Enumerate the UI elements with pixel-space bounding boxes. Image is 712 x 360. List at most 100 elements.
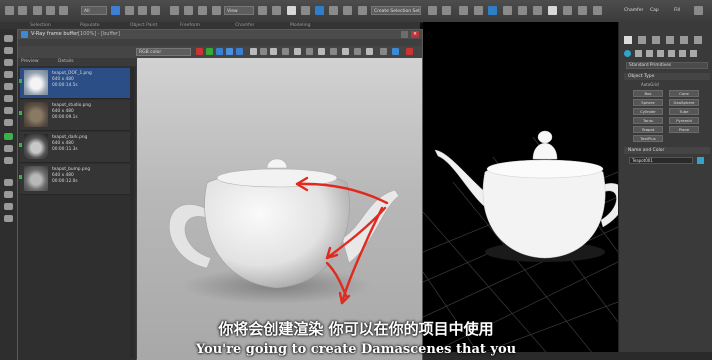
angle-snap-icon[interactable] xyxy=(315,6,324,15)
object-button[interactable]: Tube xyxy=(669,108,699,115)
color-corrections-icon[interactable] xyxy=(366,48,373,55)
object-button[interactable]: TextPlus xyxy=(633,135,663,142)
alpha-channel-icon[interactable] xyxy=(226,48,233,55)
unlink-icon[interactable] xyxy=(46,6,55,15)
motion-tab-icon[interactable] xyxy=(666,36,674,44)
undo-icon[interactable] xyxy=(5,6,14,15)
named-selection-dropdown[interactable]: Create Selection Set xyxy=(371,6,421,15)
rotate-icon[interactable] xyxy=(184,6,193,15)
reference-coord-dropdown[interactable]: View xyxy=(224,6,254,15)
history-item[interactable]: teapot_bump.png 640 x 480 00:00:12.0s xyxy=(19,164,134,195)
dock-helper-icon[interactable] xyxy=(4,107,13,114)
interactive-render-icon[interactable] xyxy=(330,48,337,55)
dock-light-icon[interactable] xyxy=(4,83,13,90)
history-item[interactable]: teapot_dark.png 640 x 480 00:00:11.3s xyxy=(19,132,134,163)
workspace-icon[interactable] xyxy=(694,6,703,15)
track-mouse-icon[interactable] xyxy=(294,48,301,55)
abort-icon[interactable] xyxy=(406,48,413,55)
render-last-icon[interactable] xyxy=(342,48,349,55)
dock-select-icon[interactable] xyxy=(4,35,13,42)
object-button[interactable]: Cone xyxy=(669,90,699,97)
stop-icon[interactable] xyxy=(380,48,387,55)
ribbon-tab-freeform[interactable]: Freeform xyxy=(180,22,200,29)
object-button[interactable]: Pyramid xyxy=(669,117,699,124)
bind-space-warp-icon[interactable] xyxy=(59,6,68,15)
cameras-icon[interactable] xyxy=(657,50,664,57)
object-button[interactable]: Box xyxy=(633,90,663,97)
hierarchy-tab-icon[interactable] xyxy=(652,36,660,44)
layer-manager-icon[interactable] xyxy=(459,6,468,15)
modify-tab-icon[interactable] xyxy=(638,36,646,44)
align-icon[interactable] xyxy=(442,6,451,15)
dock-green-icon[interactable] xyxy=(4,133,13,140)
history-check[interactable] xyxy=(19,143,22,147)
rect-selection-icon[interactable] xyxy=(138,6,147,15)
rendered-frame-window-icon[interactable] xyxy=(548,6,557,15)
perspective-viewport[interactable] xyxy=(423,22,618,360)
dock-sort-icon[interactable] xyxy=(4,203,13,210)
ribbon-tab-modeling[interactable]: Modeling xyxy=(290,22,310,29)
snap-toggle-icon[interactable] xyxy=(301,6,310,15)
selection-filter-dropdown[interactable]: All xyxy=(81,6,107,15)
utilities-tab-icon[interactable] xyxy=(694,36,702,44)
dock-layer-icon[interactable] xyxy=(4,59,13,66)
pivot-center-icon[interactable] xyxy=(258,6,267,15)
history-check[interactable] xyxy=(19,111,22,115)
render-icon[interactable] xyxy=(563,6,572,15)
mirror-icon[interactable] xyxy=(428,6,437,15)
object-button[interactable]: Teapot xyxy=(633,126,663,133)
name-color-rollout[interactable]: Name and Color xyxy=(624,147,710,154)
dock-camera-icon[interactable] xyxy=(4,95,13,102)
render-vfb-icon[interactable] xyxy=(392,48,399,55)
history-check[interactable] xyxy=(19,79,22,83)
curve-editor-icon[interactable] xyxy=(488,6,497,15)
dock-expand-icon[interactable] xyxy=(4,215,13,222)
ribbon-tab-chamfer[interactable]: Chamfer xyxy=(235,22,254,29)
select-by-name-icon[interactable] xyxy=(125,6,134,15)
object-type-rollout[interactable]: Object Type xyxy=(624,73,710,80)
ribbon-tab-selection[interactable]: Selection xyxy=(30,22,51,29)
select-manipulate-icon[interactable] xyxy=(272,6,281,15)
ribbon-tab-populate[interactable]: Populate xyxy=(80,22,100,29)
material-editor-icon[interactable] xyxy=(518,6,527,15)
toolbar-right-chamfer[interactable]: Chamfer xyxy=(624,8,643,13)
ribbon-icon[interactable] xyxy=(474,6,483,15)
object-button[interactable]: Cylinder xyxy=(633,108,663,115)
window-crossing-icon[interactable] xyxy=(151,6,160,15)
object-button[interactable]: Plane xyxy=(669,126,699,133)
history-scrollbar[interactable] xyxy=(130,68,134,358)
ribbon-tab-object-paint[interactable]: Object Paint xyxy=(130,22,157,29)
duplicate-icon[interactable] xyxy=(282,48,289,55)
lights-icon[interactable] xyxy=(646,50,653,57)
load-icon[interactable] xyxy=(260,48,267,55)
green-channel-icon[interactable] xyxy=(206,48,213,55)
region-render-icon[interactable] xyxy=(306,48,313,55)
dock-pin-icon[interactable] xyxy=(4,157,13,164)
edit-named-selection-icon[interactable] xyxy=(358,6,367,15)
history-item[interactable]: teapot_DOF_1.png 640 x 480 00:00:14.5s xyxy=(19,68,134,99)
channel-dropdown[interactable]: RGB color xyxy=(136,48,191,56)
clear-icon[interactable] xyxy=(270,48,277,55)
object-button[interactable]: GeoSphere xyxy=(669,99,699,106)
save-icon[interactable] xyxy=(250,48,257,55)
dock-system-icon[interactable] xyxy=(4,145,13,152)
dock-freeze-icon[interactable] xyxy=(4,191,13,198)
place-icon[interactable] xyxy=(212,6,221,15)
create-tab-icon[interactable] xyxy=(624,36,632,44)
dock-hide-icon[interactable] xyxy=(4,179,13,186)
geometry-icon[interactable] xyxy=(624,50,631,57)
dock-filter-icon[interactable] xyxy=(4,71,13,78)
spinner-snap-icon[interactable] xyxy=(343,6,352,15)
systems-icon[interactable] xyxy=(690,50,697,57)
history-check[interactable] xyxy=(19,175,22,179)
blue-channel-icon[interactable] xyxy=(216,48,223,55)
object-color-swatch[interactable] xyxy=(697,157,704,164)
toolbar-right-fill[interactable]: Fill xyxy=(674,8,680,13)
shapes-icon[interactable] xyxy=(635,50,642,57)
toolbar-right-cap[interactable]: Cap xyxy=(650,8,659,13)
lens-effects-icon[interactable] xyxy=(354,48,361,55)
move-icon[interactable] xyxy=(170,6,179,15)
red-channel-icon[interactable] xyxy=(196,48,203,55)
render-setup-icon[interactable] xyxy=(533,6,542,15)
redo-icon[interactable] xyxy=(18,6,27,15)
